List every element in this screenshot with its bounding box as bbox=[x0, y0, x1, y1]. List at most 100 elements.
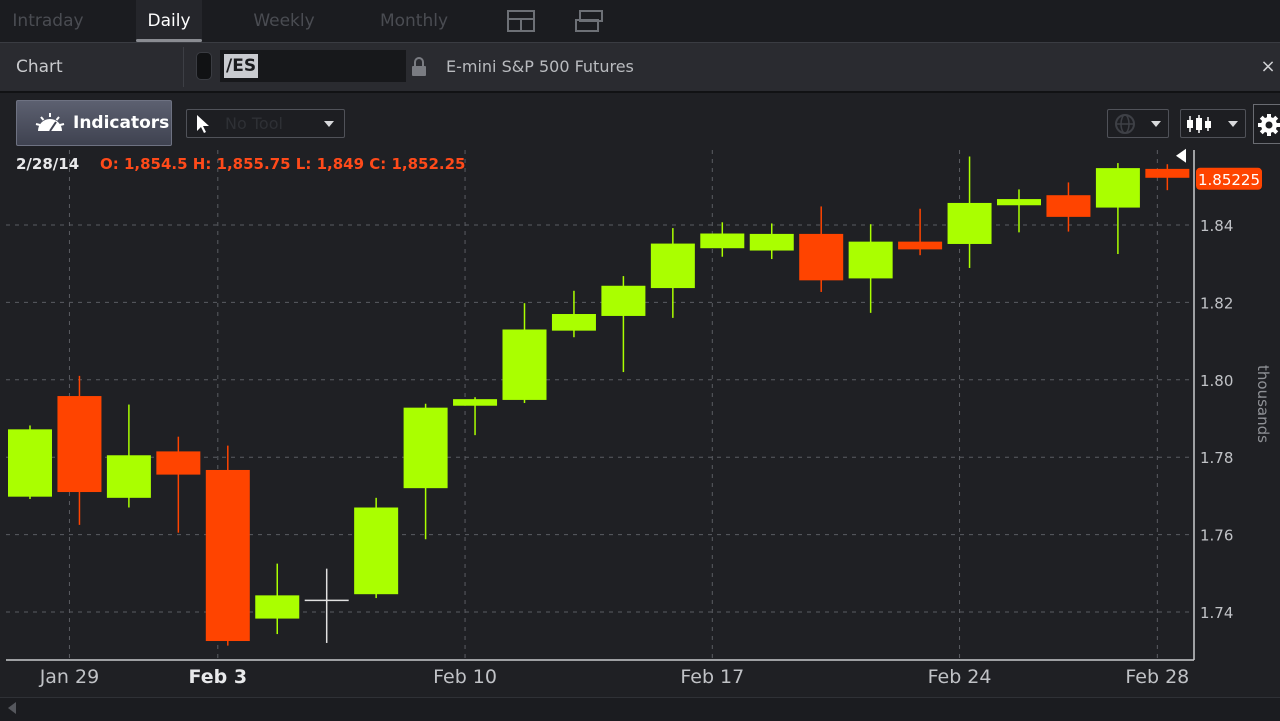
x-tick-label: Feb 17 bbox=[680, 666, 744, 688]
candle-body-up bbox=[997, 199, 1041, 206]
indicators-label: Indicators bbox=[73, 113, 170, 133]
candle-body-up bbox=[354, 507, 399, 595]
last-bar-pointer-icon bbox=[1176, 148, 1186, 163]
candle-body-up bbox=[848, 241, 893, 279]
tab-daily[interactable]: Daily bbox=[136, 0, 202, 42]
globe-icon bbox=[1115, 114, 1135, 134]
candle bbox=[453, 397, 498, 436]
tool-placeholder: No Tool bbox=[225, 114, 283, 133]
price-chart[interactable]: 1.74 1.76 1.78 1.80 1.82 1.84 Jan 29 Feb 3 Feb 1… bbox=[0, 145, 1280, 697]
candle-body-up bbox=[502, 329, 547, 400]
candle bbox=[700, 222, 745, 257]
tab-monthly[interactable]: Monthly bbox=[370, 0, 458, 42]
y-tick-label: 1.76 bbox=[1200, 527, 1233, 545]
candle bbox=[898, 208, 943, 256]
candle-body-up bbox=[947, 202, 992, 244]
candle-body-down bbox=[57, 396, 102, 493]
candle bbox=[304, 568, 349, 643]
chart-settings-button[interactable] bbox=[1253, 104, 1280, 144]
horizontal-scrollbar[interactable] bbox=[0, 697, 1280, 721]
y-axis-title-text: thousands bbox=[1254, 365, 1272, 443]
candle bbox=[997, 189, 1041, 233]
candle bbox=[502, 303, 547, 404]
indicators-gauge-icon bbox=[35, 113, 65, 132]
last-price-label: 1.85225 bbox=[1198, 171, 1260, 189]
cursor-arrow-icon bbox=[197, 115, 209, 133]
candle bbox=[1145, 164, 1190, 191]
candle bbox=[354, 497, 399, 599]
y-axis-title: thousands bbox=[1248, 360, 1272, 450]
candle bbox=[1095, 163, 1140, 255]
candle bbox=[947, 156, 992, 268]
candle-body-down bbox=[156, 451, 201, 475]
y-tick-label: 1.78 bbox=[1200, 449, 1233, 467]
candle bbox=[403, 403, 448, 540]
timeframe-tab-bar: Intraday Daily Weekly Monthly bbox=[0, 0, 1280, 43]
chevron-down-icon bbox=[1151, 121, 1161, 127]
candle-body-up bbox=[8, 429, 52, 497]
chart-grid bbox=[6, 150, 1194, 660]
candle-body-up bbox=[453, 399, 498, 406]
y-tick-label: 1.84 bbox=[1200, 217, 1233, 235]
x-tick-label: Feb 24 bbox=[928, 666, 992, 688]
candle-body-down bbox=[1145, 168, 1190, 178]
candle-body-up bbox=[1095, 168, 1140, 208]
stack-layout-icon[interactable] bbox=[574, 8, 604, 34]
candle bbox=[8, 425, 52, 499]
candle-body-up bbox=[106, 455, 151, 498]
x-tick-label: Feb 10 bbox=[433, 666, 497, 688]
link-chain-icon[interactable] bbox=[196, 52, 212, 80]
candle bbox=[156, 436, 201, 533]
x-tick-label: Feb 3 bbox=[189, 666, 248, 688]
candle bbox=[650, 228, 695, 318]
candle bbox=[255, 563, 300, 635]
chevron-down-icon bbox=[1228, 121, 1238, 127]
close-icon[interactable]: × bbox=[1258, 57, 1278, 77]
y-tick-label: 1.74 bbox=[1200, 604, 1233, 622]
tab-weekly[interactable]: Weekly bbox=[246, 0, 322, 42]
y-tick-label: 1.80 bbox=[1200, 372, 1233, 390]
candle bbox=[749, 223, 794, 260]
divider bbox=[183, 47, 184, 87]
candle bbox=[106, 404, 151, 508]
chevron-down-icon bbox=[324, 121, 334, 127]
candle bbox=[848, 224, 893, 313]
candle-body-down bbox=[799, 233, 844, 281]
candle-body-up bbox=[700, 233, 745, 249]
globe-dropdown[interactable] bbox=[1107, 109, 1169, 138]
symbol-description: E-mini S&P 500 Futures bbox=[446, 57, 634, 76]
candle-body-up bbox=[650, 243, 695, 289]
chart-axes: 1.74 1.76 1.78 1.80 1.82 1.84 Jan 29 Feb 3 Feb 1… bbox=[6, 148, 1262, 688]
candles-layer bbox=[8, 156, 1190, 646]
x-tick-label: Feb 28 bbox=[1125, 666, 1189, 688]
chart-style-dropdown[interactable] bbox=[1180, 109, 1246, 138]
candle-body-down bbox=[205, 469, 250, 642]
symbol-text: /ES bbox=[224, 54, 259, 78]
y-tick-label: 1.82 bbox=[1200, 294, 1233, 312]
indicators-button[interactable]: Indicators bbox=[16, 100, 172, 146]
grid-layout-icon[interactable] bbox=[506, 8, 536, 34]
chart-label: Chart bbox=[16, 57, 63, 77]
candle-body-down bbox=[898, 241, 943, 250]
lock-icon[interactable] bbox=[410, 56, 428, 78]
x-tick-label: Jan 29 bbox=[39, 666, 100, 688]
gear-icon bbox=[1258, 114, 1280, 136]
candle-body-up bbox=[601, 285, 646, 316]
candle-body-up bbox=[551, 314, 596, 331]
candle bbox=[601, 276, 646, 373]
drawing-tool-select[interactable]: No Tool bbox=[186, 109, 345, 138]
candlestick-style-icon bbox=[1187, 115, 1211, 133]
candle-body-up bbox=[403, 407, 448, 489]
symbol-input[interactable]: /ES bbox=[220, 50, 406, 82]
scroll-left-icon[interactable] bbox=[8, 702, 16, 714]
candle bbox=[1046, 182, 1091, 232]
candle-body-up bbox=[749, 233, 794, 251]
candle-body-down bbox=[1046, 195, 1091, 217]
chart-header-bar: Chart /ES E-mini S&P 500 Futures × bbox=[0, 43, 1280, 93]
candle bbox=[57, 375, 102, 525]
candle bbox=[205, 445, 250, 646]
candle bbox=[799, 206, 844, 292]
tab-intraday[interactable]: Intraday bbox=[0, 0, 96, 42]
candle-body-up bbox=[255, 595, 300, 619]
candle bbox=[551, 290, 596, 338]
